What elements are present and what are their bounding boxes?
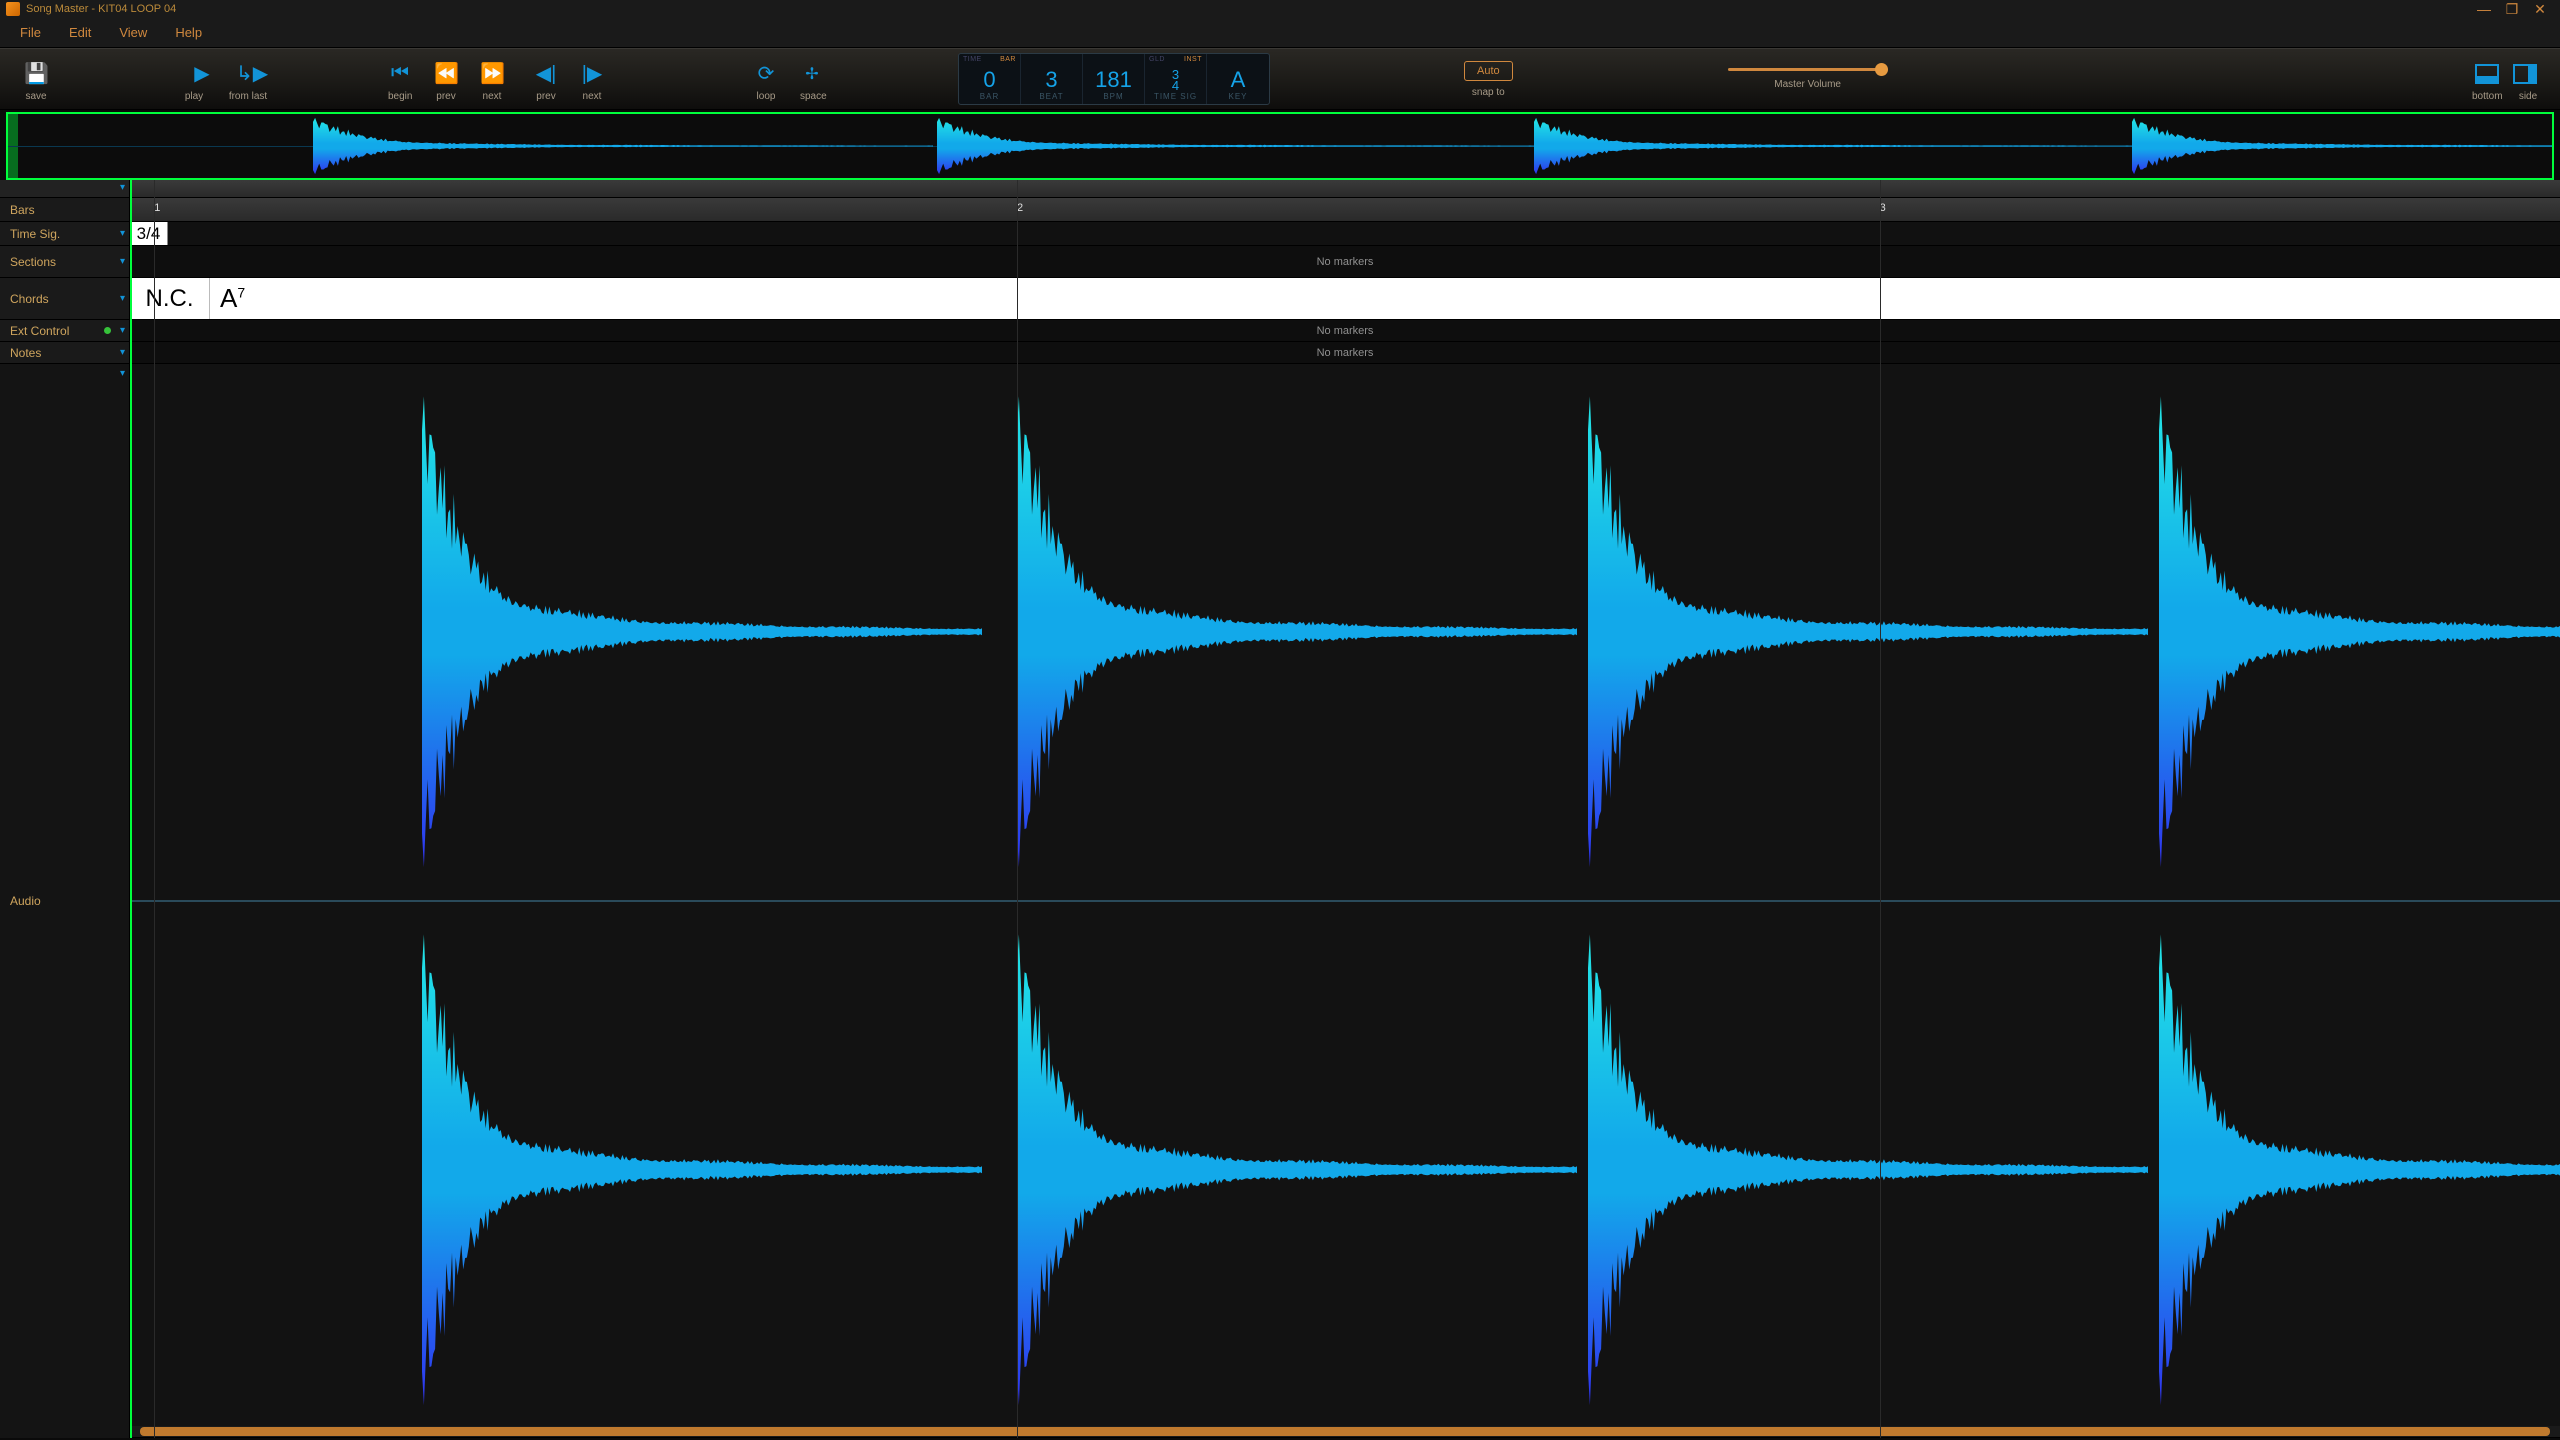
snap-group: Auto snap to [1464, 49, 1513, 109]
playhead[interactable] [130, 180, 132, 1438]
volume-label: Master Volume [1774, 79, 1841, 90]
snapto-label: snap to [1472, 87, 1505, 98]
track-headers: ▾ Bars Time Sig.▾ Sections▾ Chords▾ Ext … [0, 180, 130, 1438]
fromlast-label: from last [228, 91, 268, 102]
app-icon [6, 2, 20, 16]
minimize-button[interactable]: — [2470, 1, 2498, 17]
chords-lane[interactable]: N.C. A7 [130, 278, 2560, 320]
audio-lane[interactable] [130, 364, 2560, 1438]
play-label: play [182, 91, 206, 102]
no-markers-label: No markers [1317, 325, 1374, 337]
space-icon[interactable]: ✢ [800, 64, 824, 84]
lcd-beat[interactable]: 3 BEAT [1021, 54, 1083, 104]
begin-label: begin [388, 91, 412, 102]
begin-icon[interactable]: ⏮ [388, 62, 412, 85]
bars-header[interactable]: Bars [0, 198, 129, 222]
save-icon[interactable]: 💾 [24, 61, 48, 86]
barline [154, 180, 155, 1438]
ruler-header: ▾ [0, 180, 129, 198]
layout-side-icon[interactable] [2513, 64, 2537, 84]
waveform-transient [422, 902, 1005, 1438]
chord-a7[interactable]: A7 [210, 283, 245, 314]
barline [1880, 180, 1881, 1438]
loop-label: loop [754, 91, 778, 102]
prev1-label: prev [434, 91, 458, 102]
layout-bottom-icon[interactable] [2475, 64, 2499, 84]
lcd-bar[interactable]: TIMEBAR 0 BAR [959, 54, 1021, 104]
chevron-down-icon[interactable]: ▾ [120, 347, 125, 358]
sections-header[interactable]: Sections▾ [0, 246, 129, 278]
menu-edit[interactable]: Edit [55, 25, 105, 40]
next2-label: next [580, 91, 604, 102]
menu-help[interactable]: Help [161, 25, 216, 40]
lcd-bpm[interactable]: 181 BPM [1083, 54, 1145, 104]
overview-transient [937, 114, 1573, 178]
volume-slider[interactable] [1728, 68, 1888, 71]
status-dot-icon [104, 327, 111, 334]
audio-header[interactable]: Audio▾ [0, 364, 129, 1438]
timesig-lane[interactable]: 3/4 [130, 222, 2560, 246]
lcd-key[interactable]: A KEY [1207, 54, 1269, 104]
next-beat-icon[interactable]: |▶ [580, 61, 604, 86]
overview-waveform[interactable] [6, 112, 2554, 180]
chevron-down-icon[interactable]: ▾ [120, 256, 125, 267]
bars-lane[interactable]: 123 [130, 198, 2560, 222]
chord-nc[interactable]: N.C. [130, 278, 210, 319]
notes-header[interactable]: Notes▾ [0, 342, 129, 364]
horizontal-scrollbar[interactable] [130, 1426, 2560, 1437]
waveform-transient [2159, 364, 2560, 900]
overview-transient [313, 114, 949, 178]
titlebar: Song Master - KIT04 LOOP 04 — ❐ ✕ [0, 0, 2560, 18]
prev2-label: prev [534, 91, 558, 102]
play-icon[interactable]: ▶ [190, 61, 214, 86]
chevron-down-icon[interactable]: ▾ [120, 293, 125, 304]
next1-label: next [480, 91, 504, 102]
chevron-down-icon[interactable]: ▾ [120, 368, 125, 379]
auto-button[interactable]: Auto [1464, 61, 1513, 81]
timesig-cell[interactable]: 3/4 [130, 222, 168, 245]
overview-transient [1534, 114, 2170, 178]
close-button[interactable]: ✕ [2526, 1, 2554, 18]
chevron-down-icon[interactable]: ▾ [120, 182, 125, 193]
lcd-timesig[interactable]: GLDINST 34 TIME SIG [1145, 54, 1207, 104]
timesig-header[interactable]: Time Sig.▾ [0, 222, 129, 246]
prev-beat-icon[interactable]: ◀| [534, 61, 558, 86]
prev-marker-icon[interactable]: ⏪ [434, 61, 458, 86]
loop-icon[interactable]: ⟳ [754, 61, 778, 86]
bar-ruler[interactable] [130, 180, 2560, 198]
chevron-down-icon[interactable]: ▾ [120, 228, 125, 239]
toolbar: 💾 save ▶ ↳▶ play from last ⏮ ⏪ ⏩ begin p… [0, 48, 2560, 110]
no-markers-label: No markers [1317, 256, 1374, 268]
chevron-down-icon[interactable]: ▾ [120, 325, 125, 336]
menu-file[interactable]: File [6, 25, 55, 40]
layout-side-label: side [2516, 91, 2540, 102]
no-markers-label: No markers [1317, 347, 1374, 359]
menu-view[interactable]: View [105, 25, 161, 40]
master-volume: Master Volume [1713, 68, 1903, 90]
waveform-transient [1017, 902, 1600, 1438]
menubar: File Edit View Help [0, 18, 2560, 48]
waveform-transient [422, 364, 1005, 900]
sections-lane[interactable]: No markers [130, 246, 2560, 278]
chords-header[interactable]: Chords▾ [0, 278, 129, 320]
overview-transient [2132, 114, 2554, 178]
layout-bottom-label: bottom [2472, 91, 2502, 102]
waveform-transient [1017, 364, 1600, 900]
play-from-last-icon[interactable]: ↳▶ [236, 61, 260, 86]
extcontrol-header[interactable]: Ext Control▾ [0, 320, 129, 342]
transport-lcd: TIMEBAR 0 BAR 3 BEAT 181 BPM GLDINST 34 … [958, 53, 1270, 105]
extcontrol-lane[interactable]: No markers [130, 320, 2560, 342]
maximize-button[interactable]: ❐ [2498, 1, 2526, 18]
barline [1017, 180, 1018, 1438]
notes-lane[interactable]: No markers [130, 342, 2560, 364]
waveform-transient [2159, 902, 2560, 1438]
app-title: Song Master - KIT04 LOOP 04 [26, 3, 176, 15]
arrangement-area[interactable]: 123 3/4 No markers N.C. A7 No markers No… [130, 180, 2560, 1438]
save-label: save [24, 91, 48, 102]
space-label: space [800, 91, 824, 102]
next-marker-icon[interactable]: ⏩ [480, 61, 504, 86]
